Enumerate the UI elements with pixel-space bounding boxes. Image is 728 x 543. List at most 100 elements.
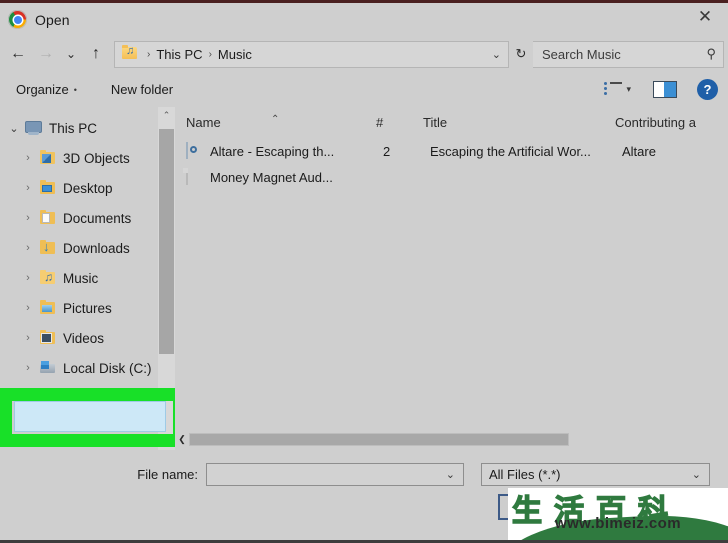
sidebar-label: Local Disk (C:) <box>63 360 152 376</box>
organize-button[interactable]: Organize • <box>16 82 77 97</box>
search-box[interactable]: Search Music ⚲ <box>533 40 724 68</box>
expander-icon[interactable]: › <box>18 152 38 164</box>
sidebar-item-music[interactable]: › Music <box>0 263 175 293</box>
local-disk-icon <box>38 360 57 376</box>
column-header-name[interactable]: Name ⌃ <box>175 107 365 138</box>
file-type-select[interactable]: All Files (*.*) ⌄ <box>481 462 710 486</box>
sidebar-item-downloads[interactable]: › Downloads <box>0 233 175 263</box>
sort-ascending-icon: ⌃ <box>271 114 280 125</box>
cell-name: Money Magnet Aud... <box>210 169 333 185</box>
command-bar: Organize • New folder ▾ ? <box>0 72 728 107</box>
column-label: Contributing a <box>615 115 696 130</box>
expander-icon[interactable]: ⌄ <box>4 122 24 135</box>
videos-icon <box>38 329 57 346</box>
up-icon[interactable]: ↑ <box>82 40 110 68</box>
breadcrumb-music[interactable]: Music <box>218 47 252 62</box>
table-row[interactable]: Money Magnet Aud... <box>175 164 728 190</box>
sidebar-label: This PC <box>49 120 98 136</box>
expander-icon[interactable]: › <box>18 242 38 254</box>
sidebar-label: Videos <box>63 330 105 346</box>
column-label: Name <box>186 115 221 130</box>
breadcrumb-sep-1: › <box>208 48 212 60</box>
table-row[interactable]: Altare - Escaping th... 2 Escaping the A… <box>175 138 728 164</box>
scroll-left-icon[interactable]: ❮ <box>175 434 189 445</box>
sidebar-label: Documents <box>63 210 132 226</box>
window-title: Open <box>35 11 70 28</box>
expander-icon[interactable]: › <box>18 362 38 374</box>
cell-title: Escaping the Artificial Wor... <box>430 143 591 159</box>
hscroll-track[interactable] <box>189 433 728 446</box>
file-name-input[interactable]: ⌄ <box>206 462 464 486</box>
forward-icon[interactable]: → <box>32 40 60 68</box>
scrollbar-thumb[interactable] <box>159 129 174 354</box>
documents-icon <box>38 209 57 226</box>
blank-file-icon <box>186 167 203 186</box>
3d-objects-icon <box>38 149 57 166</box>
expander-icon[interactable]: › <box>18 212 38 224</box>
new-folder-label: New folder <box>110 82 174 97</box>
folder-tree: ⌄ This PC › 3D Objects › Desktop › Docum… <box>0 107 175 413</box>
command-bar-right: ▾ ? <box>604 79 728 100</box>
scroll-up-icon[interactable]: ⌃ <box>158 107 175 124</box>
navigation-pane: ⌄ This PC › 3D Objects › Desktop › Docum… <box>0 107 175 450</box>
downloads-icon <box>38 239 57 256</box>
column-label: Title <box>423 115 448 130</box>
view-list-icon[interactable] <box>604 82 623 97</box>
open-button[interactable]: Open <box>498 494 577 520</box>
chevron-down-icon[interactable]: ▾ <box>626 84 631 95</box>
sidebar-item-videos[interactable]: › Videos <box>0 323 175 353</box>
pictures-icon <box>38 299 57 316</box>
help-icon[interactable]: ? <box>697 79 718 100</box>
file-name-label: File name: <box>137 466 198 482</box>
back-icon[interactable]: ← <box>4 40 32 68</box>
cell-artist: Altare <box>622 143 656 159</box>
sidebar-selection <box>14 401 166 432</box>
sidebar-label: Music <box>63 270 99 286</box>
column-header-title[interactable]: Title <box>412 107 604 138</box>
cell-name: Altare - Escaping th... <box>210 143 335 159</box>
sidebar-item-documents[interactable]: › Documents <box>0 203 175 233</box>
horizontal-scrollbar[interactable]: ❮ <box>175 431 728 450</box>
preview-pane-icon[interactable] <box>653 81 677 98</box>
expander-icon[interactable]: › <box>18 302 38 314</box>
expander-icon[interactable]: › <box>18 332 38 344</box>
title-bar: Open ✕ <box>0 0 728 36</box>
sidebar-item-desktop[interactable]: › Desktop <box>0 173 175 203</box>
file-rows: Altare - Escaping th... 2 Escaping the A… <box>175 138 728 431</box>
chevron-down-icon[interactable]: ⌄ <box>438 468 463 481</box>
expander-icon[interactable]: › <box>18 182 38 194</box>
recent-locations-icon[interactable]: ⌄ <box>60 40 82 68</box>
chevron-down-icon: • <box>73 84 77 95</box>
sidebar-label: 3D Objects <box>63 150 130 166</box>
file-type-value: All Files (*.*) <box>489 466 561 482</box>
scroll-down-icon[interactable]: ⌄ <box>158 433 175 450</box>
sidebar-label: Pictures <box>63 300 112 316</box>
breadcrumb-sep-0: › <box>147 48 151 60</box>
close-icon[interactable]: ✕ <box>682 0 728 33</box>
address-bar[interactable]: › This PC › Music ⌄ <box>114 40 509 68</box>
music-icon <box>38 269 57 286</box>
sidebar-item-pictures[interactable]: › Pictures <box>0 293 175 323</box>
refresh-icon[interactable]: ↻ <box>509 42 533 67</box>
new-folder-button[interactable]: New folder <box>111 82 173 97</box>
organize-label: Organize <box>16 82 69 97</box>
dialog-body: ⌄ This PC › 3D Objects › Desktop › Docum… <box>0 107 728 450</box>
column-label: # <box>376 115 384 130</box>
music-folder-icon <box>122 45 137 61</box>
sidebar-item-3d-objects[interactable]: › 3D Objects <box>0 143 175 173</box>
chrome-icon <box>8 10 27 29</box>
hscroll-thumb[interactable] <box>189 433 569 446</box>
chevron-down-icon[interactable]: ⌄ <box>684 468 709 481</box>
column-header-track[interactable]: # <box>365 107 412 138</box>
expander-icon[interactable]: › <box>18 272 38 284</box>
sidebar-item-this-pc[interactable]: ⌄ This PC <box>0 113 175 143</box>
navigation-bar: ← → ⌄ ↑ › This PC › Music ⌄ ↻ Search Mus… <box>0 36 728 72</box>
cancel-button[interactable]: Cancel <box>593 494 672 520</box>
sidebar-item-local-disk[interactable]: › Local Disk (C:) <box>0 353 175 383</box>
breadcrumb-this-pc[interactable]: This PC <box>156 47 202 62</box>
chevron-down-icon[interactable]: ⌄ <box>485 48 508 61</box>
column-header-artist[interactable]: Contributing a <box>604 107 728 138</box>
search-input[interactable]: Search Music <box>533 47 706 62</box>
desktop-icon <box>38 179 57 196</box>
open-file-dialog: Open ✕ ← → ⌄ ↑ › This PC › Music ⌄ ↻ Sea… <box>0 0 728 543</box>
